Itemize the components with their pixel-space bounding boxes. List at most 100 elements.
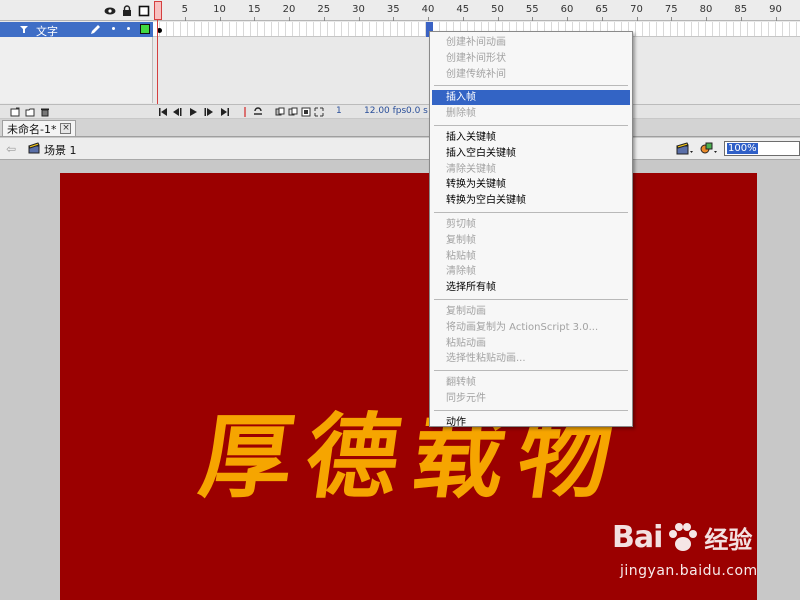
menu-separator (434, 125, 628, 126)
layers-list-empty (0, 37, 153, 103)
onion-skin-icon[interactable] (275, 107, 285, 117)
onion-outline-icon[interactable] (288, 107, 298, 117)
ruler-tick-mark (428, 17, 430, 21)
ruler-tick-mark (254, 17, 256, 21)
trash-icon[interactable] (40, 107, 50, 117)
ruler-tick-label: 25 (317, 4, 331, 15)
watermark-logo-text: Bai (612, 520, 663, 555)
ruler-tick-mark (775, 17, 777, 21)
menu-item[interactable]: 插入关键帧 (432, 130, 630, 145)
ruler-tick-label: 35 (386, 4, 400, 15)
ruler-tick-label: 45 (456, 4, 470, 15)
frame-context-menu: 创建补间动画 创建补间形状 创建传统补间 插入帧 删除帧插入关键帧 插入空白关键帧 清除关键… (429, 31, 633, 430)
menu-item[interactable]: 粘贴动画 (432, 336, 630, 351)
edit-symbols-icon[interactable] (700, 141, 718, 155)
menu-item[interactable]: 创建补间形状 (432, 51, 630, 66)
ruler-tick-mark (219, 17, 221, 21)
ruler-tick-mark (358, 17, 360, 21)
edit-scene-icon[interactable] (676, 141, 694, 155)
center-frame-icon[interactable] (240, 107, 250, 117)
menu-separator (434, 299, 628, 300)
visibility-dot[interactable] (112, 27, 115, 30)
menu-separator (434, 370, 628, 372)
scene-name[interactable]: 场景 1 (44, 142, 77, 158)
modify-markers-icon[interactable] (314, 107, 324, 117)
menu-item[interactable]: 转换为空白关键帧 (432, 193, 630, 208)
ruler-tick-label: 85 (734, 4, 748, 15)
playhead[interactable] (154, 1, 162, 20)
watermark-logo-suffix: 经验 (704, 526, 753, 554)
ruler-tick-label: 80 (699, 4, 713, 15)
menu-item[interactable]: 剪切帧 (432, 217, 630, 232)
ruler-tick-label: 90 (769, 4, 782, 15)
menu-item[interactable]: 删除帧 (432, 106, 630, 121)
menu-item[interactable]: 选择所有帧 (432, 280, 630, 295)
prev-frame-icon[interactable] (172, 107, 182, 117)
menu-separator (434, 409, 628, 411)
ruler-tick-label: 5 (181, 4, 188, 15)
menu-item[interactable]: 选择性粘贴动画... (432, 351, 630, 366)
menu-item[interactable]: 清除帧 (432, 264, 630, 279)
elapsed-time-readout: 0.0 s (406, 106, 428, 116)
layer-toggle-icons (104, 3, 150, 19)
menu-item[interactable]: 同步元件 (432, 391, 630, 406)
eye-icon[interactable] (104, 5, 116, 17)
lock-dot[interactable] (127, 27, 130, 30)
ruler-tick-label: 55 (525, 4, 539, 15)
edit-bar-icons (676, 141, 718, 155)
menu-item[interactable]: 转换为关键帧 (432, 177, 630, 192)
document-tab[interactable]: 未命名-1* × (2, 120, 77, 136)
menu-item[interactable]: 翻转帧 (432, 375, 630, 390)
menu-item[interactable]: 创建补间动画 (432, 35, 630, 50)
menu-item[interactable]: 复制动画 (432, 304, 630, 319)
timeline-panel: 151015202530354045505560657075808590 文字 … (0, 0, 800, 118)
menu-item[interactable]: 创建传统补间 (432, 67, 630, 82)
playhead-line (157, 20, 158, 104)
ruler-tick-mark (393, 17, 395, 21)
first-frame-icon[interactable] (158, 107, 168, 117)
timeline-status-bar: 1 12.00 fps 0.0 s (0, 104, 800, 118)
outline-icon[interactable] (138, 5, 150, 17)
menu-item[interactable]: 动作 (432, 415, 630, 430)
clapperboard-icon (28, 142, 40, 154)
paw-icon (669, 522, 698, 551)
menu-item[interactable]: 插入帧 (432, 90, 630, 106)
frame-rate-readout[interactable]: 12.00 fps (364, 106, 406, 116)
current-frame-readout[interactable]: 1 (336, 106, 342, 116)
ruler-tick-mark (636, 17, 638, 21)
close-icon[interactable]: × (60, 123, 72, 134)
layer-outline-color[interactable] (140, 24, 150, 34)
menu-item[interactable]: 将动画复制为 ActionScript 3.0... (432, 320, 630, 335)
ruler-tick-mark (184, 17, 186, 21)
ruler-tick-label: 65 (595, 4, 609, 15)
back-arrow-icon[interactable]: ⇦ (6, 142, 16, 156)
ruler-tick-label: 20 (282, 4, 296, 15)
ruler-tick-mark (289, 17, 291, 21)
layer-row-text[interactable]: 文字 (0, 22, 153, 38)
ruler-tick-label: 30 (352, 4, 365, 15)
new-folder-icon[interactable] (25, 107, 35, 117)
menu-item[interactable]: 复制帧 (432, 233, 630, 248)
ruler-tick-label: 70 (630, 4, 643, 15)
last-frame-icon[interactable] (220, 107, 230, 117)
new-layer-icon[interactable] (10, 107, 20, 117)
play-icon[interactable] (188, 107, 198, 117)
edit-multiple-frames-icon[interactable] (301, 107, 311, 117)
document-tab-title: 未命名-1* (7, 122, 57, 136)
document-tab-bar: 未命名-1* × (0, 119, 800, 137)
ruler-tick-label: 60 (560, 4, 574, 15)
next-frame-icon[interactable] (204, 107, 214, 117)
frame-ruler[interactable]: 151015202530354045505560657075808590 (153, 0, 800, 21)
ruler-tick-label: 15 (247, 4, 261, 15)
edit-bar: ⇦ 场景 1 100% (0, 138, 800, 160)
menu-item[interactable]: 插入空白关键帧 (432, 146, 630, 161)
ruler-tick-mark (740, 17, 742, 21)
zoom-field[interactable]: 100% (724, 141, 800, 156)
menu-item[interactable]: 粘贴帧 (432, 249, 630, 264)
menu-separator (434, 212, 628, 213)
menu-item[interactable]: 清除关键帧 (432, 162, 630, 177)
lock-icon[interactable] (121, 5, 133, 17)
ruler-tick-mark (532, 17, 534, 21)
ruler-tick-mark (567, 17, 569, 21)
loop-icon[interactable] (253, 107, 263, 117)
